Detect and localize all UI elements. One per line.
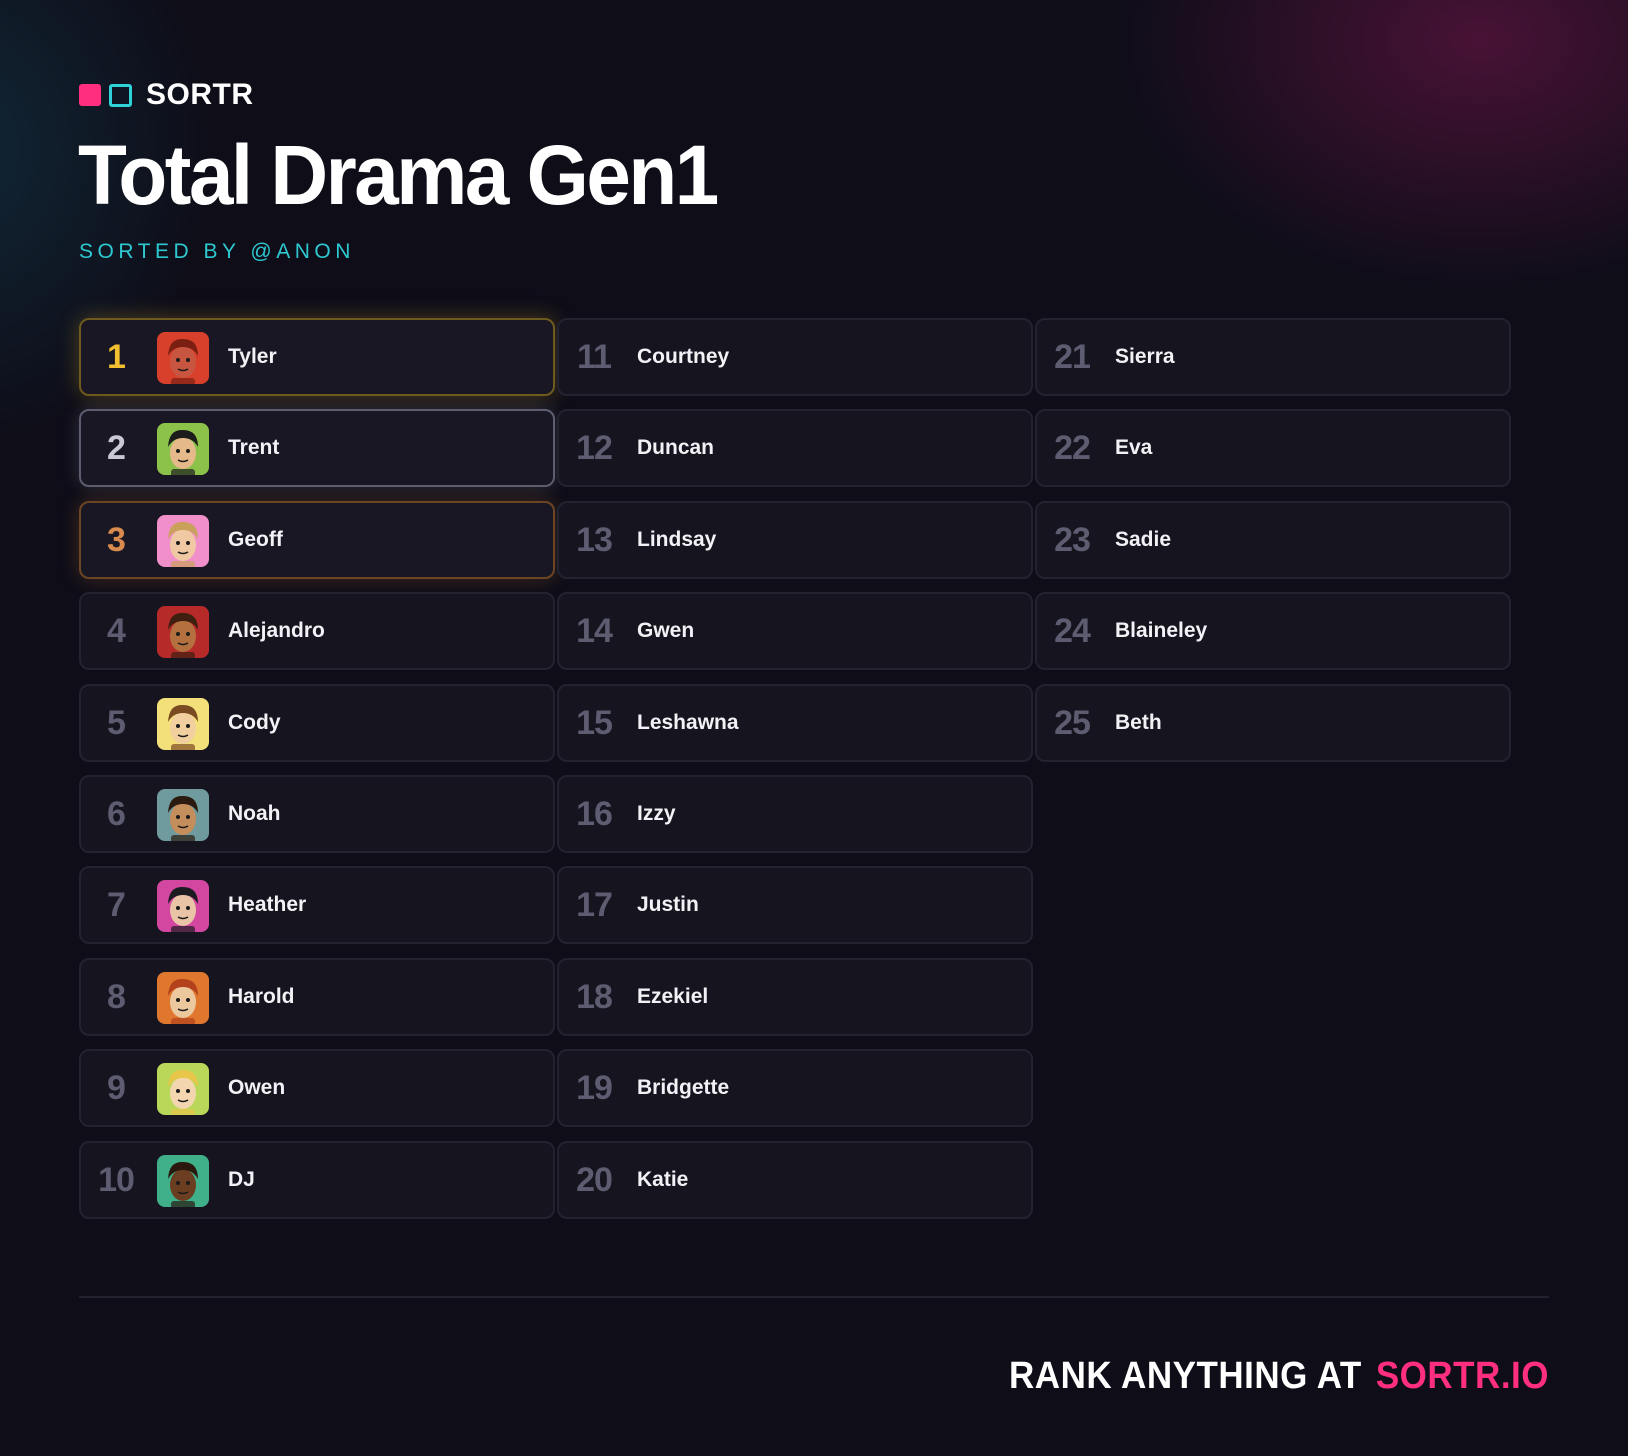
rank-card[interactable]: 6 Noah — [79, 775, 555, 853]
rank-number: 15 — [576, 704, 613, 742]
character-name: Owen — [228, 1076, 286, 1099]
rank-number: 12 — [576, 429, 613, 467]
character-name: Justin — [637, 893, 699, 916]
rank-number: 20 — [576, 1161, 613, 1199]
character-avatar-icon — [157, 1063, 209, 1115]
pink-square-icon — [79, 84, 101, 106]
footer-divider — [79, 1296, 1549, 1298]
character-avatar-icon — [157, 606, 209, 658]
rank-number: 25 — [1054, 704, 1091, 742]
character-avatar-icon — [157, 515, 209, 567]
rank-number: 9 — [107, 1069, 126, 1107]
rank-card[interactable]: 20 Katie — [557, 1141, 1033, 1219]
character-avatar-icon — [157, 698, 209, 750]
rank-card[interactable]: 12 Duncan — [557, 409, 1033, 487]
character-name: Blaineley — [1115, 619, 1208, 642]
rank-number: 2 — [107, 429, 126, 467]
rank-number: 11 — [577, 338, 612, 376]
character-name: Duncan — [637, 436, 715, 459]
rank-card[interactable]: 19 Bridgette — [557, 1049, 1033, 1127]
character-avatar-icon — [157, 972, 209, 1024]
character-name: DJ — [228, 1168, 255, 1191]
character-avatar-icon — [157, 423, 209, 475]
rank-card[interactable]: 25 Beth — [1035, 684, 1511, 762]
rank-number: 7 — [107, 886, 126, 924]
character-name: Noah — [228, 802, 281, 825]
rank-card[interactable]: 3 Geoff — [79, 501, 555, 579]
rank-number: 14 — [576, 612, 613, 650]
character-name: Courtney — [637, 345, 730, 368]
character-avatar-icon — [157, 332, 209, 384]
rank-number: 24 — [1054, 612, 1091, 650]
rank-number: 10 — [98, 1161, 135, 1199]
character-name: Eva — [1115, 436, 1153, 459]
character-name: Ezekiel — [637, 985, 709, 1008]
character-avatar-icon — [157, 880, 209, 932]
rank-card[interactable]: 5 Cody — [79, 684, 555, 762]
character-name: Geoff — [228, 528, 283, 551]
footer-cta: RANK ANYTHING AT SORTR.IO — [1009, 1354, 1549, 1397]
character-name: Trent — [228, 436, 280, 459]
rank-number: 21 — [1054, 338, 1091, 376]
rank-number: 13 — [576, 521, 613, 559]
page-title: Total Drama Gen1 — [78, 127, 719, 223]
character-avatar-icon — [157, 789, 209, 841]
rank-number: 22 — [1054, 429, 1091, 467]
character-name: Harold — [228, 985, 295, 1008]
rank-number: 23 — [1054, 521, 1091, 559]
character-name: Leshawna — [637, 711, 739, 734]
teal-square-icon — [109, 83, 132, 107]
character-name: Katie — [637, 1168, 689, 1191]
character-name: Bridgette — [637, 1076, 730, 1099]
character-name: Tyler — [228, 345, 277, 368]
character-name: Lindsay — [637, 528, 717, 551]
rank-card[interactable]: 23 Sadie — [1035, 501, 1511, 579]
rank-number: 5 — [107, 704, 126, 742]
rank-card[interactable]: 15 Leshawna — [557, 684, 1033, 762]
rank-card[interactable]: 11 Courtney — [557, 318, 1033, 396]
rank-card[interactable]: 17 Justin — [557, 866, 1033, 944]
brand-name: SORTR — [146, 78, 254, 111]
brand-logo: SORTR — [79, 78, 254, 111]
rank-card[interactable]: 16 Izzy — [557, 775, 1033, 853]
rank-number: 3 — [107, 521, 126, 559]
rank-card[interactable]: 1 Tyler — [79, 318, 555, 396]
character-name: Cody — [228, 711, 281, 734]
rank-card[interactable]: 8 Harold — [79, 958, 555, 1036]
rank-card[interactable]: 14 Gwen — [557, 592, 1033, 670]
rank-number: 18 — [576, 978, 613, 1016]
rank-number: 8 — [107, 978, 126, 1016]
footer-link[interactable]: SORTR.IO — [1376, 1354, 1549, 1396]
rank-card[interactable]: 9 Owen — [79, 1049, 555, 1127]
character-name: Beth — [1115, 711, 1162, 734]
sorted-by-label: SORTED BY @ANON — [79, 240, 355, 263]
rank-card[interactable]: 22 Eva — [1035, 409, 1511, 487]
character-name: Sierra — [1115, 345, 1175, 368]
rank-number: 17 — [576, 886, 613, 924]
character-name: Alejandro — [228, 619, 325, 642]
character-name: Izzy — [637, 802, 676, 825]
character-name: Gwen — [637, 619, 695, 642]
rank-number: 1 — [107, 338, 126, 376]
footer-prefix: RANK ANYTHING AT — [1009, 1354, 1362, 1397]
character-avatar-icon — [157, 1155, 209, 1207]
rank-card[interactable]: 21 Sierra — [1035, 318, 1511, 396]
rank-card[interactable]: 10 DJ — [79, 1141, 555, 1219]
rank-card[interactable]: 18 Ezekiel — [557, 958, 1033, 1036]
rank-card[interactable]: 7 Heather — [79, 866, 555, 944]
rank-card[interactable]: 13 Lindsay — [557, 501, 1033, 579]
rank-number: 6 — [107, 795, 126, 833]
rank-card[interactable]: 2 Trent — [79, 409, 555, 487]
rank-number: 19 — [576, 1069, 613, 1107]
character-name: Heather — [228, 893, 307, 916]
rank-number: 4 — [107, 612, 126, 650]
rank-card[interactable]: 4 Alejandro — [79, 592, 555, 670]
rank-number: 16 — [576, 795, 613, 833]
character-name: Sadie — [1115, 528, 1172, 551]
rank-card[interactable]: 24 Blaineley — [1035, 592, 1511, 670]
